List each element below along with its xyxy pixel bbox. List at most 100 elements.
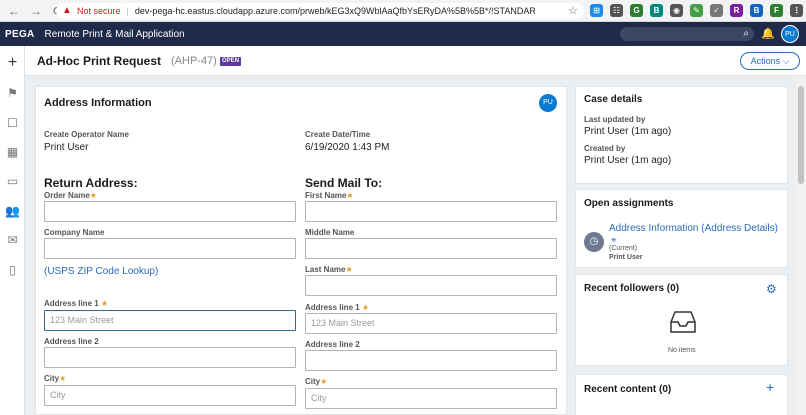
- send-address2-input[interactable]: [305, 350, 557, 371]
- first-name-input[interactable]: [305, 201, 557, 222]
- last-name-label-text: Last Name: [305, 265, 346, 274]
- return-city-label-text: City: [44, 374, 60, 383]
- case-header: Ad-Hoc Print Request (AHP-47) OPEN Actio…: [25, 46, 806, 76]
- assignment-link[interactable]: Address Information (Address Details): [609, 223, 778, 234]
- dashboard-icon[interactable]: ▦: [5, 145, 20, 160]
- required-mark: ★: [89, 191, 97, 200]
- return-address2-input[interactable]: [44, 347, 296, 368]
- address-form-panel: Address Information PU Create Operator N…: [35, 86, 567, 415]
- browser-extension-icon[interactable]: F: [770, 4, 783, 17]
- chat-icon[interactable]: ☐: [5, 116, 20, 131]
- browser-extension-icon[interactable]: B: [750, 4, 763, 17]
- first-name-label: First Name★: [305, 191, 354, 200]
- recent-content-card: Recent content (0) +: [575, 374, 788, 415]
- page-scrollbar[interactable]: [796, 76, 806, 415]
- status-badge: OPEN: [220, 57, 242, 66]
- browser-extension-icon[interactable]: B: [650, 4, 663, 17]
- document-icon[interactable]: ▭: [5, 174, 20, 189]
- return-address1-input[interactable]: 123 Main Street: [44, 310, 296, 331]
- open-assignments-card: Open assignments ◷ Address Information (…: [575, 189, 788, 268]
- user-avatar[interactable]: PU: [781, 25, 799, 43]
- send-city-label: City★: [305, 377, 327, 386]
- clock-icon: ◷: [584, 232, 604, 252]
- created-by-value: Print User (1m ago): [584, 155, 672, 166]
- assignment-assignee: Print User: [609, 254, 643, 261]
- required-mark: ★: [59, 374, 67, 383]
- send-mail-heading: Send Mail To:: [305, 176, 383, 190]
- browser-extension-icon[interactable]: ◉: [670, 4, 683, 17]
- search-icon[interactable]: ⌕: [743, 27, 749, 41]
- inbox-icon: [670, 311, 696, 333]
- pega-logo[interactable]: PEGA: [5, 29, 35, 40]
- company-name-label: Company Name: [44, 228, 105, 237]
- case-details-title: Case details: [584, 94, 643, 105]
- create-plus-icon[interactable]: +: [5, 55, 20, 71]
- no-items-text: No items: [668, 347, 696, 354]
- send-city-input[interactable]: City: [305, 388, 557, 409]
- assignee-avatar[interactable]: PU: [539, 94, 557, 112]
- url-text[interactable]: dev-pega-hc.eastus.cloudapp.azure.com/pr…: [135, 6, 535, 16]
- bookmark-star-icon[interactable]: ☆: [568, 4, 578, 17]
- app-header: PEGA Remote Print & Mail Application ⌕ 🔔…: [0, 22, 806, 46]
- app-title: Remote Print & Mail Application: [44, 28, 185, 40]
- required-mark: ★: [361, 303, 370, 312]
- section-title: Address Information: [44, 97, 152, 109]
- required-mark: ★: [100, 299, 109, 308]
- recent-followers-card: Recent followers (0) ⚙ No items: [575, 274, 788, 366]
- middle-name-label: Middle Name: [305, 228, 355, 237]
- last-name-label: Last Name★: [305, 265, 353, 274]
- forward-icon[interactable]: →: [28, 3, 44, 19]
- send-address1-input[interactable]: 123 Main Street: [305, 313, 557, 334]
- recent-content-title: Recent content (0): [584, 384, 672, 395]
- mobile-icon[interactable]: ▯: [5, 263, 20, 278]
- back-icon[interactable]: ←: [6, 3, 22, 19]
- address-separator: |: [126, 6, 129, 16]
- case-title: Ad-Hoc Print Request: [37, 54, 162, 68]
- gear-icon[interactable]: ⚙: [766, 282, 777, 296]
- not-secure-label[interactable]: Not secure: [77, 6, 121, 16]
- actions-button[interactable]: Actions ⌵: [740, 52, 800, 70]
- return-address2-label: Address line 2: [44, 337, 99, 346]
- browser-extension-icon[interactable]: ⋮: [790, 4, 803, 17]
- order-name-label: Order Name★: [44, 191, 97, 200]
- browser-extension-icon[interactable]: ☷: [610, 4, 623, 17]
- return-city-label: City★: [44, 374, 66, 383]
- browser-extension-icon[interactable]: ⊞: [590, 4, 603, 17]
- browser-extension-icon[interactable]: R: [730, 4, 743, 17]
- return-address1-label: Address line 1 ★: [44, 299, 108, 308]
- search-input[interactable]: ⌕: [620, 27, 754, 41]
- send-address1-label: Address line 1 ★: [305, 303, 369, 312]
- send-city-label-text: City: [305, 377, 321, 386]
- required-mark: ★: [320, 377, 328, 386]
- browser-extension-icon[interactable]: G: [630, 4, 643, 17]
- order-name-label-text: Order Name: [44, 191, 90, 200]
- warning-icon: ▲: [62, 5, 72, 16]
- mail-icon[interactable]: ✉: [5, 233, 20, 248]
- case-details-card: Case details Last updated by Print User …: [575, 86, 788, 184]
- address-bar[interactable]: ▲ Not secure | dev-pega-hc.eastus.clouda…: [56, 3, 584, 19]
- create-date-value: 6/19/2020 1:43 PM: [305, 142, 390, 153]
- last-name-input[interactable]: [305, 275, 557, 296]
- notifications-bell-icon[interactable]: 🔔: [761, 27, 775, 40]
- last-updated-value: Print User (1m ago): [584, 126, 672, 137]
- assignment-status: (Current): [609, 245, 638, 252]
- browser-toolbar: ← → ⟳ ▲ Not secure | dev-pega-hc.eastus.…: [0, 0, 806, 22]
- send-address1-label-text: Address line 1: [305, 303, 360, 312]
- flag-icon[interactable]: ⚑: [5, 86, 20, 101]
- scrollbar-thumb[interactable]: [798, 86, 804, 184]
- open-assignments-title: Open assignments: [584, 198, 674, 209]
- required-mark: ★: [345, 265, 353, 274]
- extension-icons: ⊞ ☷ G B ◉ ✎ ✓ R B F ⋮: [590, 4, 803, 17]
- browser-extension-icon[interactable]: ✓: [710, 4, 723, 17]
- order-name-input[interactable]: [44, 201, 296, 222]
- first-name-label-text: First Name: [305, 191, 347, 200]
- users-icon[interactable]: 👥: [5, 204, 20, 219]
- browser-extension-icon[interactable]: ✎: [690, 4, 703, 17]
- middle-name-input[interactable]: [305, 238, 557, 259]
- company-name-input[interactable]: [44, 238, 296, 259]
- last-updated-label: Last updated by: [584, 115, 646, 124]
- return-city-input[interactable]: City: [44, 385, 296, 406]
- add-content-plus-icon[interactable]: +: [766, 379, 774, 395]
- usps-zip-lookup-link[interactable]: (USPS ZIP Code Lookup): [44, 266, 158, 277]
- required-mark: ★: [346, 191, 354, 200]
